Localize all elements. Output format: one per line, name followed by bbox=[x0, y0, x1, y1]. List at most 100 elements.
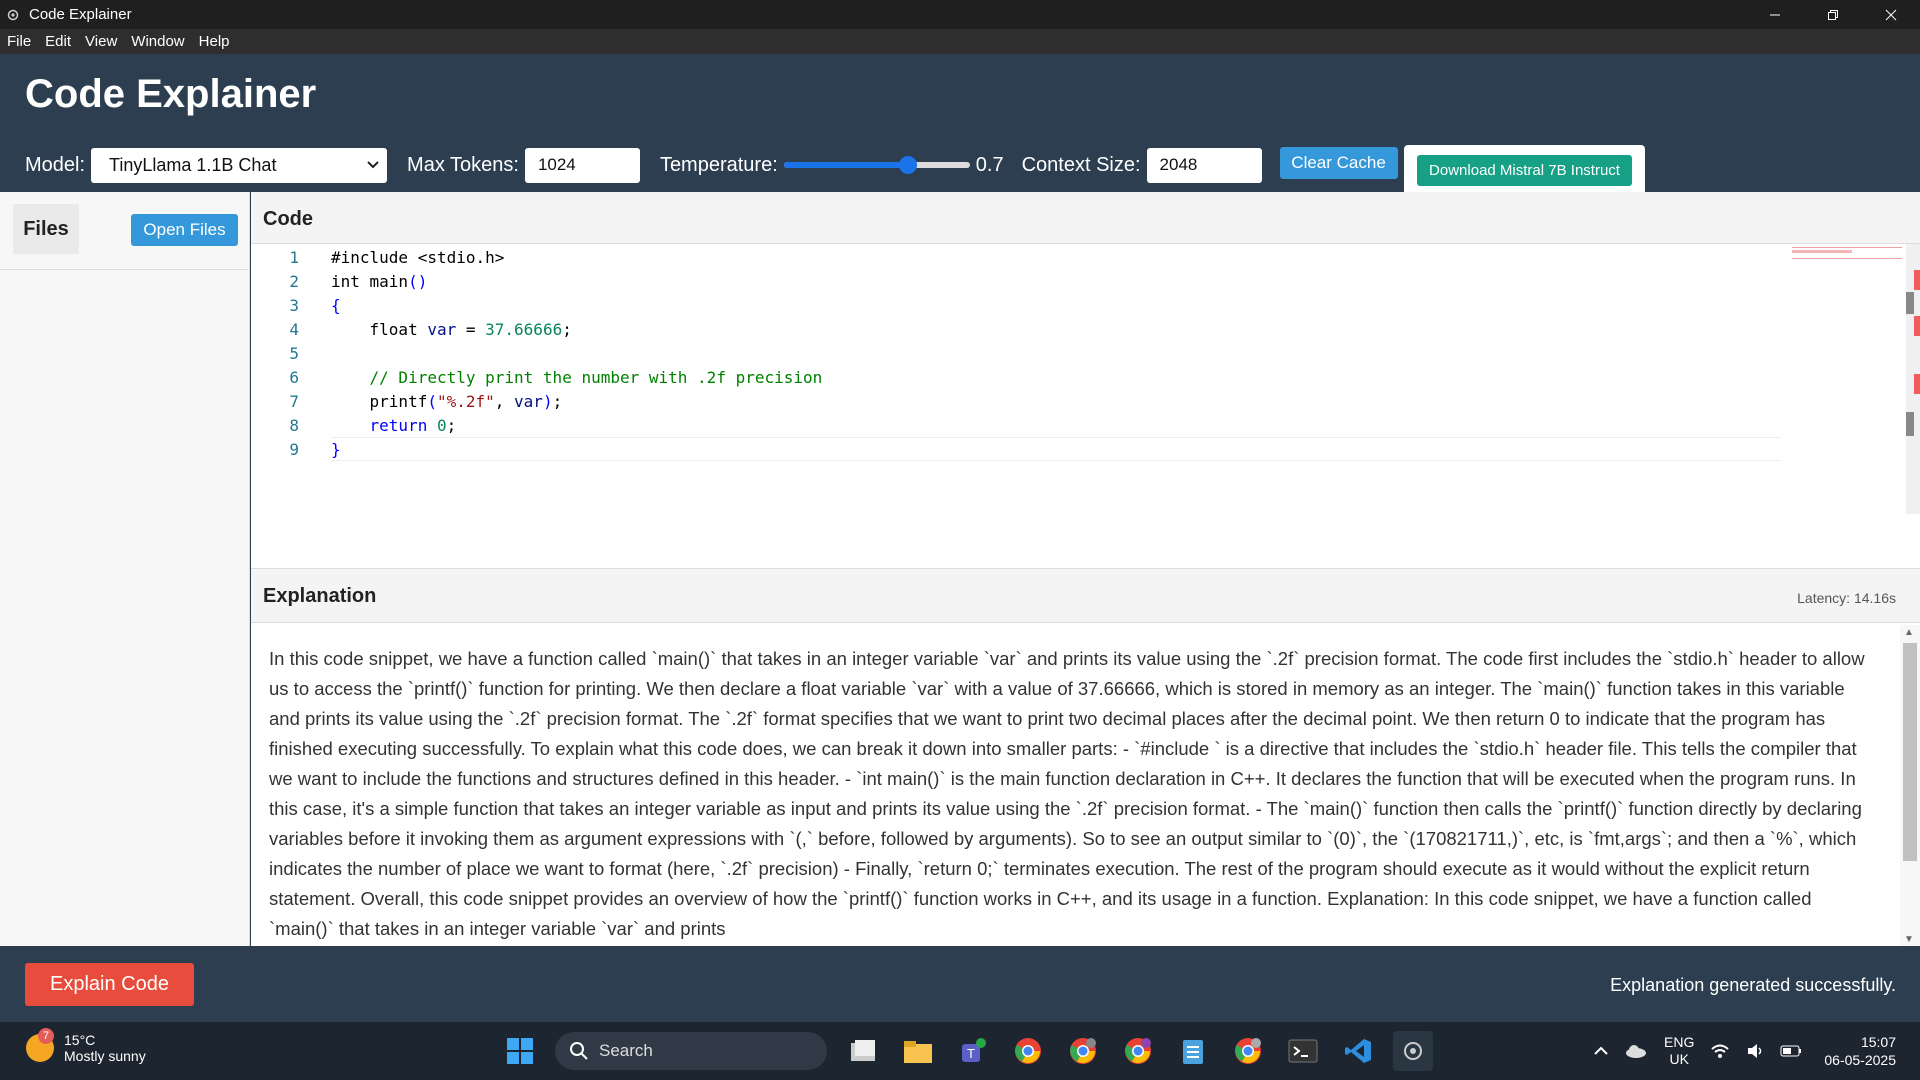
chrome-profile-icon[interactable] bbox=[1063, 1031, 1103, 1071]
clock-time: 15:07 bbox=[1860, 1034, 1896, 1050]
code-line: } bbox=[331, 440, 341, 459]
code-header: Code bbox=[251, 192, 1920, 244]
context-size-label: Context Size: bbox=[1021, 153, 1141, 176]
scroll-up-icon[interactable]: ▲ bbox=[1904, 627, 1914, 638]
system-tray: ENG UK 15:07 06-05-2025 bbox=[1586, 1022, 1920, 1080]
files-sidebar: Files Open Files bbox=[0, 192, 250, 946]
context-size-input[interactable]: 2048 bbox=[1146, 147, 1262, 183]
max-tokens-input[interactable]: 1024 bbox=[524, 147, 640, 183]
weather-temp: 15°C bbox=[64, 1032, 96, 1048]
temperature-label: Temperature: bbox=[659, 153, 778, 176]
line-number: 7 bbox=[289, 392, 299, 411]
windows-start-icon[interactable] bbox=[500, 1031, 540, 1071]
code-minimap[interactable] bbox=[1789, 244, 1905, 514]
action-bar: Explain Code Explanation generated succe… bbox=[0, 946, 1920, 1022]
region-code: UK bbox=[1669, 1051, 1689, 1067]
app-gear-icon bbox=[5, 7, 21, 23]
onedrive-icon[interactable] bbox=[1624, 1044, 1648, 1058]
code-line: int main() bbox=[331, 272, 428, 291]
weather-widget[interactable]: 7 15°C Mostly sunny bbox=[26, 1028, 146, 1064]
code-editor[interactable]: 1 2 3 4 5 6 7 8 9 #include <stdio.h> int… bbox=[251, 245, 1920, 568]
temperature-slider[interactable] bbox=[783, 155, 970, 175]
code-line: float var = 37.66666; bbox=[331, 320, 572, 339]
notepad-icon[interactable] bbox=[1173, 1031, 1213, 1071]
clear-cache-button[interactable]: Clear Cache bbox=[1279, 147, 1398, 179]
taskbar-search[interactable]: Search bbox=[555, 1032, 827, 1070]
line-number: 4 bbox=[289, 320, 299, 339]
chevron-up-icon[interactable] bbox=[1594, 1046, 1608, 1056]
code-line: // Directly print the number with .2f pr… bbox=[331, 368, 823, 387]
line-number: 1 bbox=[289, 248, 299, 267]
language-code: ENG bbox=[1664, 1034, 1695, 1050]
menu-view[interactable]: View bbox=[78, 33, 124, 50]
title-bar: Code Explainer bbox=[0, 0, 1920, 29]
window-title: Code Explainer bbox=[29, 6, 132, 23]
code-title: Code bbox=[263, 208, 313, 230]
weather-desc: Mostly sunny bbox=[64, 1048, 146, 1064]
code-line: #include <stdio.h> bbox=[331, 248, 505, 267]
model-label: Model: bbox=[25, 153, 86, 176]
model-select[interactable]: TinyLlama 1.1B Chat bbox=[91, 147, 388, 183]
line-number: 5 bbox=[289, 344, 299, 363]
teams-icon[interactable]: T bbox=[953, 1031, 993, 1071]
minimize-icon[interactable] bbox=[1746, 0, 1804, 29]
sidebar-header: Files Open Files bbox=[0, 192, 250, 270]
taskbar-apps: Search T bbox=[500, 1022, 1448, 1080]
app-title: Code Explainer bbox=[25, 72, 317, 116]
open-files-button[interactable]: Open Files bbox=[131, 214, 238, 246]
current-line-highlight bbox=[331, 437, 1781, 461]
explanation-header: Explanation Latency: 14.16s bbox=[251, 569, 1920, 623]
close-icon[interactable] bbox=[1862, 0, 1920, 29]
notification-badge: 7 bbox=[38, 1028, 54, 1044]
line-number: 3 bbox=[289, 296, 299, 315]
file-explorer-icon[interactable] bbox=[898, 1031, 938, 1071]
chrome-icon[interactable] bbox=[1008, 1031, 1048, 1071]
clock-date: 06-05-2025 bbox=[1824, 1052, 1896, 1068]
language-indicator[interactable]: ENG UK bbox=[1664, 1034, 1694, 1068]
temperature-value: 0.7 bbox=[975, 153, 1004, 176]
chrome-profile-icon[interactable] bbox=[1228, 1031, 1268, 1071]
code-line: return 0; bbox=[369, 416, 457, 435]
chrome-profile-icon[interactable] bbox=[1118, 1031, 1158, 1071]
menu-edit[interactable]: Edit bbox=[38, 33, 78, 50]
explanation-scrollbar[interactable]: ▲ ▼ bbox=[1900, 625, 1920, 947]
slider-thumb[interactable] bbox=[899, 156, 918, 174]
code-line: { bbox=[331, 296, 341, 315]
vscode-icon[interactable] bbox=[1338, 1031, 1378, 1071]
code-pane: Code 1 2 3 4 5 6 7 8 9 #include <stdio.h… bbox=[251, 192, 1920, 568]
settings-bar: Model: TinyLlama 1.1B Chat Max Tokens: 1… bbox=[25, 147, 1398, 183]
explain-code-button[interactable]: Explain Code bbox=[25, 963, 194, 1006]
download-tab: Download Mistral 7B Instruct bbox=[1404, 145, 1645, 192]
status-message: Explanation generated successfully. bbox=[1610, 975, 1896, 995]
menu-bar: File Edit View Window Help bbox=[0, 29, 1920, 54]
model-select-value: TinyLlama 1.1B Chat bbox=[109, 154, 277, 175]
sun-icon: 7 bbox=[26, 1028, 54, 1062]
slider-fill bbox=[783, 162, 909, 168]
files-tab[interactable]: Files bbox=[13, 204, 79, 254]
code-explainer-app-icon[interactable] bbox=[1393, 1031, 1433, 1071]
code-line: printf("%.2f", var); bbox=[331, 392, 563, 411]
code-scrollbar[interactable] bbox=[1906, 244, 1920, 514]
scroll-down-icon[interactable]: ▼ bbox=[1904, 934, 1914, 945]
latency-label: Latency: 14.16s bbox=[1797, 590, 1896, 606]
restore-icon[interactable] bbox=[1804, 0, 1862, 29]
menu-window[interactable]: Window bbox=[124, 33, 191, 50]
clock[interactable]: 15:07 06-05-2025 bbox=[1824, 1033, 1896, 1069]
search-placeholder: Search bbox=[599, 1041, 653, 1060]
svg-text:T: T bbox=[967, 1046, 975, 1061]
line-number: 9 bbox=[289, 440, 299, 459]
scroll-thumb[interactable] bbox=[1903, 643, 1917, 861]
task-view-icon[interactable] bbox=[843, 1031, 883, 1071]
battery-icon[interactable] bbox=[1780, 1045, 1802, 1057]
line-number: 2 bbox=[289, 272, 299, 291]
terminal-icon[interactable] bbox=[1283, 1031, 1323, 1071]
app-header: Code Explainer Model: TinyLlama 1.1B Cha… bbox=[0, 54, 1920, 192]
menu-help[interactable]: Help bbox=[192, 33, 237, 50]
chevron-down-icon bbox=[367, 161, 379, 169]
search-icon bbox=[570, 1042, 588, 1060]
download-model-button[interactable]: Download Mistral 7B Instruct bbox=[1417, 155, 1632, 186]
volume-icon[interactable] bbox=[1746, 1043, 1764, 1059]
menu-file[interactable]: File bbox=[0, 33, 38, 50]
explanation-title: Explanation bbox=[263, 585, 377, 607]
wifi-icon[interactable] bbox=[1710, 1043, 1730, 1059]
